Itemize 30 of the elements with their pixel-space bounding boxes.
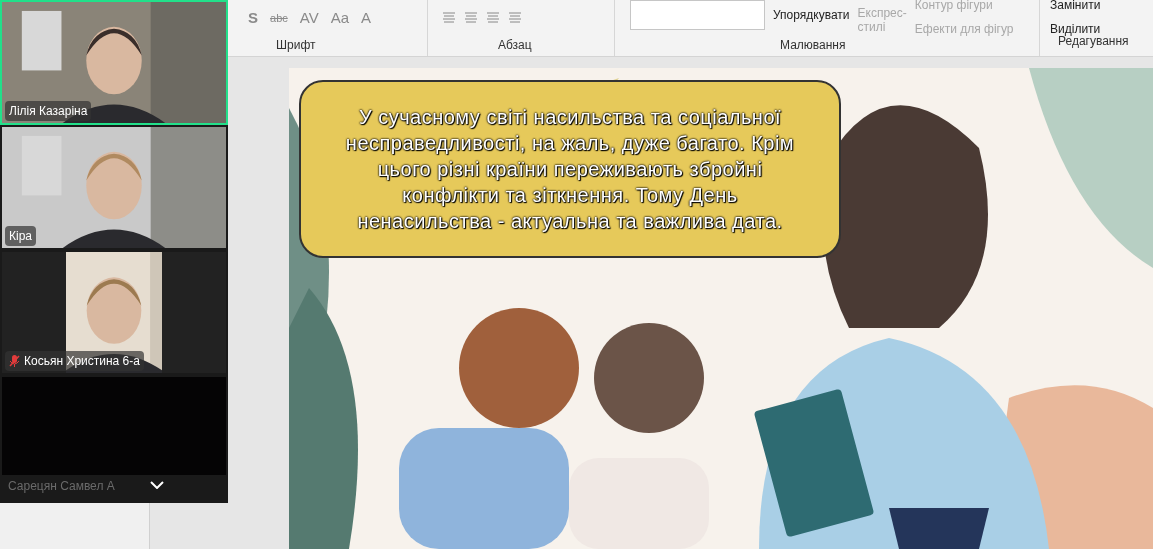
align-text-icon[interactable]: [508, 12, 522, 24]
align-text-icon[interactable]: [464, 12, 478, 24]
font-format-button[interactable]: S: [248, 6, 258, 30]
participant-name: Косьян Христина 6-а: [24, 353, 140, 370]
participant-name: Сарецян Самвел А: [8, 478, 115, 495]
group-label: Малювання: [779, 37, 847, 54]
video-tile[interactable]: Косьян Христина 6-а: [0, 250, 228, 375]
callout-text: У сучасному світі насильства та соціальної несправедливості, на жаль, дуже багато. Крім цього різні країни переживають збройні конфлікти та зіткнення. Тому День ненасильства - актуальна та важлива дата.: [344, 105, 796, 234]
shapes-gallery[interactable]: [630, 0, 765, 30]
muted-mic-icon: [9, 355, 20, 367]
replace-button[interactable]: Замінити: [1050, 0, 1153, 14]
align-text-icon[interactable]: [442, 12, 456, 24]
video-tile[interactable]: Сарецян Самвел А: [0, 375, 228, 503]
font-format-button[interactable]: AV: [299, 6, 319, 30]
chevron-down-icon[interactable]: [150, 481, 164, 489]
video-tile[interactable]: Кіра: [0, 125, 228, 250]
video-tile[interactable]: Лілія Казаріна: [0, 0, 228, 125]
align-text-icon[interactable]: [486, 12, 500, 24]
participant-name: Лілія Казаріна: [9, 103, 88, 120]
quick-styles-label[interactable]: стилі: [857, 20, 907, 34]
quick-styles-label[interactable]: Експрес-: [857, 6, 907, 20]
font-format-button[interactable]: Aa: [330, 6, 350, 30]
arrange-button[interactable]: Упорядкувати: [773, 6, 850, 24]
group-label: Шрифт: [275, 37, 317, 54]
shape-outline-button[interactable]: Контур фігури: [914, 0, 1014, 14]
font-format-button[interactable]: abc: [270, 9, 288, 27]
participant-name: Кіра: [9, 228, 32, 245]
shape-effects-button[interactable]: Ефекти для фігур: [914, 20, 1014, 38]
group-label: Абзац: [497, 37, 533, 54]
font-format-button[interactable]: A: [361, 6, 372, 30]
